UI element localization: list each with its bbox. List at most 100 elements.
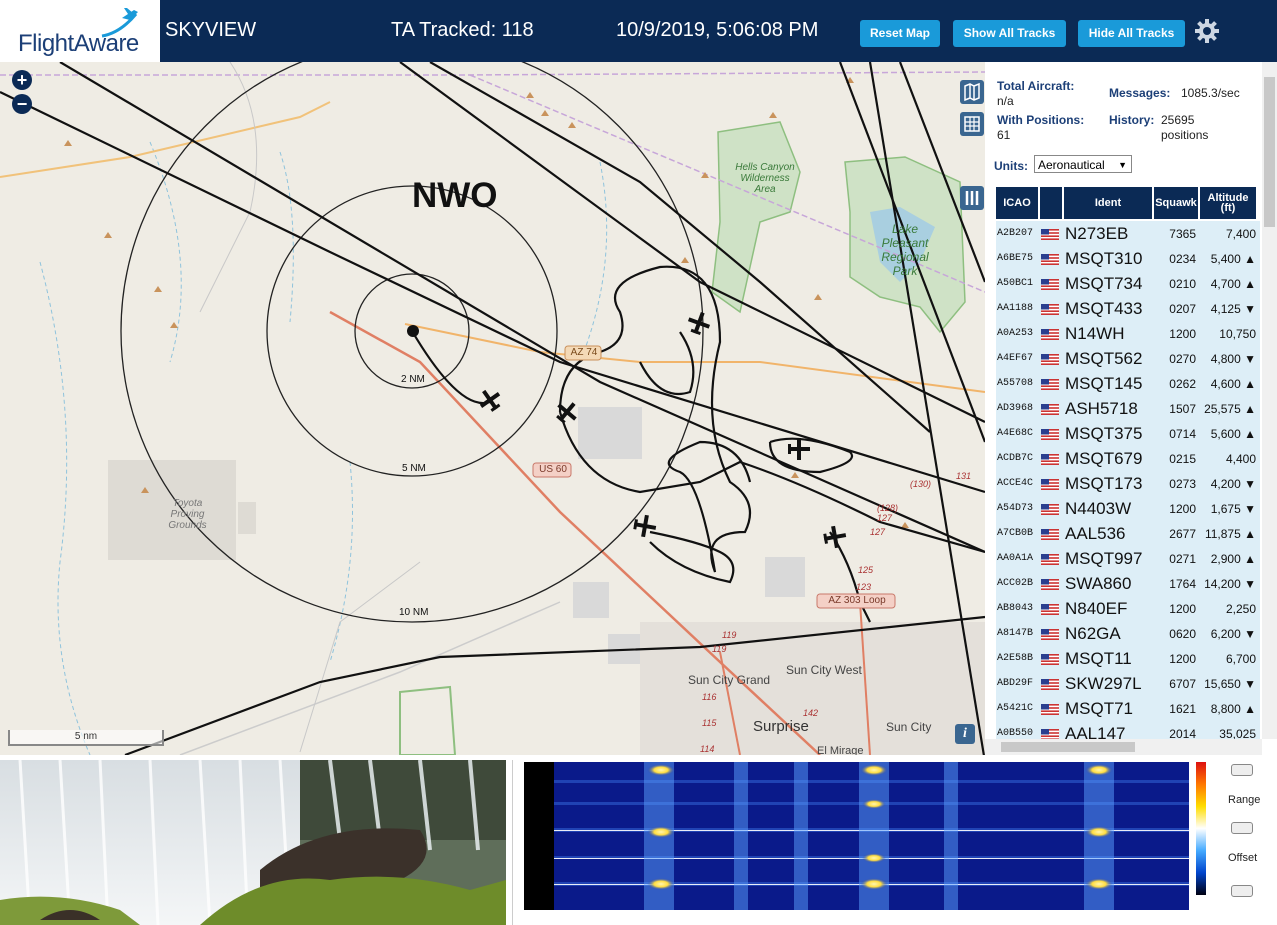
map-info-button[interactable]: i [955, 724, 975, 744]
ident-cell: MSQT433 [1065, 299, 1143, 318]
altitude-cell: 4,200 ▼ [1210, 477, 1256, 491]
units-label: Units: [994, 159, 1028, 173]
vertical-scrollbar[interactable] [1262, 62, 1277, 739]
altitude-cell: 4,400 [1225, 452, 1256, 466]
table-row[interactable]: ACC02B SWA860 1764 14,200 ▼ [996, 571, 1260, 597]
table-row[interactable]: ACCE4C MSQT173 0273 4,200 ▼ [996, 471, 1260, 497]
squawk-cell: 1200 [1169, 652, 1196, 666]
total-aircraft-value: n/a [997, 94, 1014, 108]
altitude-cell: 6,700 [1225, 652, 1256, 666]
map-canvas[interactable] [0, 62, 985, 755]
altitude-cell: 1,675 ▼ [1210, 502, 1256, 516]
road-label: US 60 [539, 464, 567, 475]
show-all-tracks-button[interactable]: Show All Tracks [953, 20, 1066, 47]
route-number: 115 [702, 718, 717, 728]
table-row[interactable]: ABD29F SKW297L 6707 15,650 ▼ [996, 671, 1260, 697]
column-header-icao[interactable]: ICAO [996, 187, 1038, 219]
hide-all-tracks-button[interactable]: Hide All Tracks [1078, 20, 1185, 47]
altitude-cell: 25,575 ▲ [1204, 402, 1256, 416]
ident-cell: MSQT375 [1065, 424, 1143, 443]
total-aircraft-label: Total Aircraft: [997, 79, 1075, 93]
squawk-cell: 0215 [1169, 452, 1196, 466]
ident-cell: MSQT679 [1065, 449, 1143, 468]
ta-tracked-count: TA Tracked: 118 [391, 19, 534, 41]
offset-slider-handle[interactable] [1231, 885, 1253, 897]
altitude-cell: 6,200 ▼ [1210, 627, 1256, 641]
ident-cell: MSQT310 [1065, 249, 1143, 268]
scrollbar-thumb[interactable] [1264, 77, 1275, 227]
squawk-cell: 0271 [1169, 552, 1196, 566]
table-row[interactable]: A6BE75 MSQT310 0234 5,400 ▲ [996, 246, 1260, 272]
squawk-cell: 0620 [1169, 627, 1196, 641]
ident-cell: MSQT145 [1065, 374, 1143, 393]
icao-cell: A0A253 [997, 328, 1034, 339]
squawk-cell: 1621 [1169, 702, 1196, 716]
table-row[interactable]: A2B207 N273EB 7365 7,400 [996, 221, 1260, 247]
map-layers-button[interactable] [960, 80, 984, 104]
squawk-cell: 1507 [1169, 402, 1196, 416]
us-flag-icon [1041, 429, 1059, 440]
table-row[interactable]: A50BC1 MSQT734 0210 4,700 ▲ [996, 271, 1260, 297]
us-flag-icon [1041, 279, 1059, 290]
range-slider-top-handle[interactable] [1231, 764, 1253, 776]
squawk-cell: 1200 [1169, 502, 1196, 516]
table-row[interactable]: A55708 MSQT145 0262 4,600 ▲ [996, 371, 1260, 397]
place-label: Sun City [886, 720, 932, 734]
icao-cell: ACDB7C [997, 453, 1034, 464]
columns-toggle-button[interactable] [960, 186, 984, 210]
table-row[interactable]: A54D73 N4403W 1200 1,675 ▼ [996, 496, 1260, 522]
icao-cell: AB8043 [997, 603, 1034, 614]
zoom-in-button[interactable]: + [12, 70, 32, 90]
app-name: SKYVIEW [165, 19, 257, 41]
table-row[interactable]: AB8043 N840EF 1200 2,250 [996, 596, 1260, 622]
aircraft-map[interactable]: NWO 2 NM 5 NM 10 NM Hells Canyon Wildern… [0, 62, 985, 755]
top-header: FlightAware SKYVIEW TA Tracked: 118 10/9… [0, 0, 1277, 62]
squawk-cell: 2677 [1169, 527, 1196, 541]
messages-label: Messages: [1109, 86, 1171, 100]
us-flag-icon [1041, 354, 1059, 365]
us-flag-icon [1041, 554, 1059, 565]
range-ring-label-10nm: 10 NM [399, 607, 429, 618]
place-label: Sun City West [786, 663, 862, 677]
icao-cell: A4EF67 [997, 353, 1034, 364]
column-header-altitude[interactable]: Altitude (ft) [1200, 187, 1256, 219]
horizontal-scrollbar[interactable] [985, 739, 1262, 755]
range-slider-handle[interactable] [1231, 822, 1253, 834]
altitude-cell: 4,125 ▼ [1210, 302, 1256, 316]
reset-map-button[interactable]: Reset Map [860, 20, 940, 47]
gear-icon[interactable] [1194, 18, 1220, 44]
table-row[interactable]: A0A253 N14WH 1200 10,750 [996, 321, 1260, 347]
zoom-out-button[interactable]: − [12, 94, 32, 114]
table-row[interactable]: ACDB7C MSQT679 0215 4,400 [996, 446, 1260, 472]
history-label: History: [1109, 113, 1155, 127]
icao-cell: A2E58B [997, 653, 1034, 664]
table-row[interactable]: A8147B N62GA 0620 6,200 ▼ [996, 621, 1260, 647]
scrollbar-thumb[interactable] [1001, 742, 1135, 752]
aircraft-panel: Total Aircraft: n/a Messages: 1085.3/sec… [985, 62, 1277, 755]
table-row[interactable]: AA0A1A MSQT997 0271 2,900 ▲ [996, 546, 1260, 572]
column-header-squawk[interactable]: Squawk [1154, 187, 1198, 219]
table-row[interactable]: A4E68C MSQT375 0714 5,600 ▲ [996, 421, 1260, 447]
altitude-cell: 5,400 ▲ [1210, 252, 1256, 266]
table-row[interactable]: A7CB0B AAL536 2677 11,875 ▲ [996, 521, 1260, 547]
table-row[interactable]: A5421C MSQT71 1621 8,800 ▲ [996, 696, 1260, 722]
column-header-ident[interactable]: Ident [1064, 187, 1152, 219]
route-number: 119 [722, 630, 737, 640]
column-header-flag[interactable] [1040, 187, 1062, 219]
spectrogram-panel: Range Offset [512, 760, 1277, 925]
ident-cell: MSQT997 [1065, 549, 1143, 568]
table-row[interactable]: AD3968 ASH5718 1507 25,575 ▲ [996, 396, 1260, 422]
grid-overlay-button[interactable] [960, 112, 984, 136]
table-row[interactable]: A4EF67 MSQT562 0270 4,800 ▼ [996, 346, 1260, 372]
units-dropdown[interactable]: Aeronautical ▼ [1034, 155, 1132, 173]
icao-cell: A0B550 [997, 728, 1034, 739]
icao-cell: AA0A1A [997, 553, 1034, 564]
altitude-cell: 8,800 ▲ [1210, 702, 1256, 716]
table-row[interactable]: AA1188 MSQT433 0207 4,125 ▼ [996, 296, 1260, 322]
us-flag-icon [1041, 479, 1059, 490]
table-row[interactable]: A2E58B MSQT11 1200 6,700 [996, 646, 1260, 672]
route-number: 114 [700, 744, 715, 754]
us-flag-icon [1041, 304, 1059, 315]
flightaware-logo[interactable]: FlightAware [0, 0, 160, 62]
route-number: (128) [877, 503, 899, 513]
